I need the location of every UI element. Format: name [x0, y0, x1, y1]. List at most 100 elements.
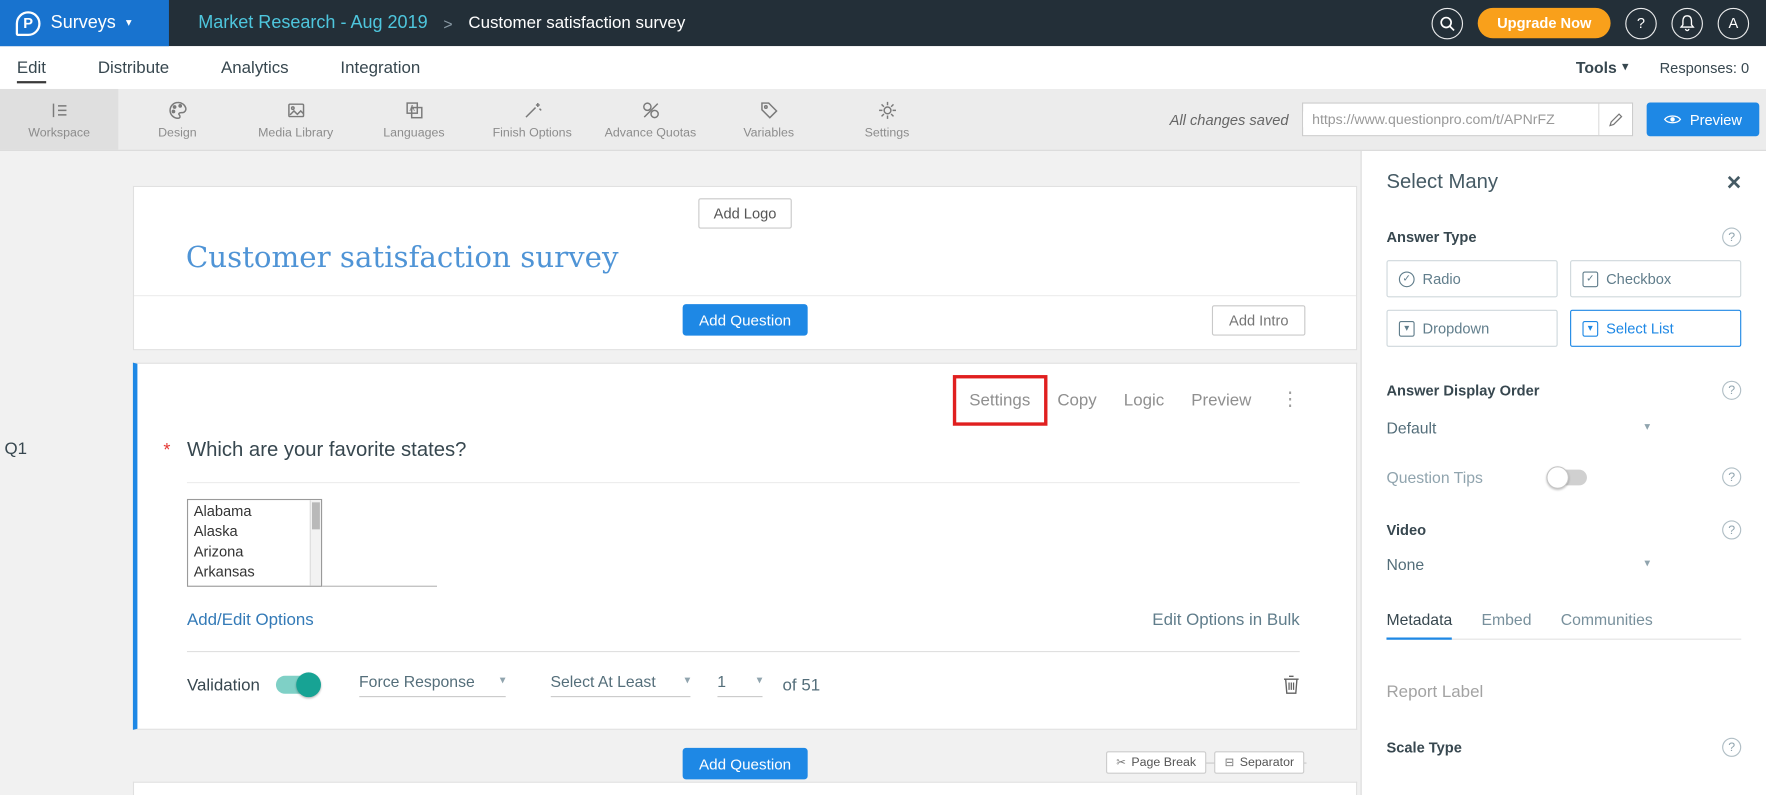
toolbar-item-label: Workspace [28, 126, 90, 140]
preview-label: Preview [1690, 111, 1742, 128]
viewport: P Surveys ▾ Market Research - Aug 2019 >… [0, 0, 1766, 795]
product-switcher[interactable]: P Surveys ▾ [0, 0, 169, 46]
tab-edit[interactable]: Edit [17, 58, 46, 77]
chevron-down-icon: ▾ [500, 676, 506, 687]
help-button[interactable]: ? [1625, 7, 1657, 39]
answer-type-section: Answer Type ? [1386, 228, 1741, 247]
upgrade-button[interactable]: Upgrade Now [1478, 8, 1611, 38]
toolbar-item-workspace[interactable]: Workspace [0, 89, 118, 150]
avatar[interactable]: A [1718, 7, 1750, 39]
toolbar-item-variables[interactable]: Variables [710, 89, 828, 150]
menu-item-preview[interactable]: Preview [1191, 390, 1251, 409]
nav-right: Tools▾ Responses: 0 [1576, 59, 1749, 77]
listbox-option[interactable]: Alabama [188, 500, 321, 521]
answer-type-radio[interactable]: ✓ Radio [1386, 260, 1557, 297]
required-asterisk: * [163, 442, 170, 462]
question-kebab-menu[interactable]: ⋮ [1281, 389, 1300, 412]
tab-embed[interactable]: Embed [1482, 610, 1532, 638]
display-order-label: Answer Display Order [1386, 382, 1539, 399]
validation-toggle[interactable] [276, 676, 319, 694]
add-logo-row: Add Logo [134, 187, 1356, 229]
breadcrumb-separator: > [443, 14, 452, 32]
display-order-help-icon[interactable]: ? [1722, 381, 1741, 400]
answer-type-checkbox[interactable]: ✓ Checkbox [1570, 260, 1741, 297]
menu-item-logic[interactable]: Logic [1124, 390, 1164, 409]
add-logo-button[interactable]: Add Logo [698, 198, 792, 228]
answer-type-dropdown[interactable]: ▾ Dropdown [1386, 310, 1557, 347]
force-response-select[interactable]: Force Response ▾ [359, 672, 505, 697]
report-label-field[interactable]: Report Label [1386, 683, 1741, 702]
notifications-button[interactable] [1671, 7, 1703, 39]
panel-close-button[interactable]: × [1727, 172, 1741, 192]
question-text[interactable]: Which are your favorite states? [187, 438, 466, 461]
question-tips-toggle[interactable] [1548, 469, 1586, 485]
question-tips-row: Question Tips ? [1386, 467, 1741, 486]
tab-distribute[interactable]: Distribute [98, 58, 169, 77]
survey-title[interactable]: Customer satisfaction survey [134, 241, 1356, 275]
video-help-icon[interactable]: ? [1722, 520, 1741, 539]
delete-question-button[interactable] [1283, 675, 1300, 695]
toolbar-item-media-library[interactable]: Media Library [237, 89, 355, 150]
option-links-row: Add/Edit Options Edit Options in Bulk [187, 610, 1300, 629]
answer-type-checkbox-label: Checkbox [1606, 270, 1671, 287]
video-value: None [1386, 555, 1424, 573]
listbox-scrollbar-thumb[interactable] [312, 502, 320, 529]
search-icon [1440, 15, 1456, 31]
toggle-knob [1546, 466, 1569, 489]
toolbar-item-languages[interactable]: A Languages [355, 89, 473, 150]
add-intro-button[interactable]: Add Intro [1212, 305, 1305, 335]
tab-analytics[interactable]: Analytics [221, 58, 289, 77]
listbox-option[interactable]: Arkansas [188, 562, 321, 582]
toolbar-item-finish-options[interactable]: Finish Options [473, 89, 591, 150]
toolbar-item-label: Advance Quotas [605, 126, 697, 140]
tab-metadata[interactable]: Metadata [1386, 610, 1452, 639]
states-listbox[interactable]: Alabama Alaska Arizona Arkansas [187, 499, 322, 587]
answer-type-help-icon[interactable]: ? [1722, 228, 1741, 247]
edit-url-button[interactable] [1598, 104, 1632, 136]
answer-type-select-list[interactable]: ▾ Select List [1570, 310, 1741, 347]
toolbar-item-settings[interactable]: Settings [828, 89, 946, 150]
select-at-least-select[interactable]: Select At Least ▾ [551, 672, 691, 697]
options-row: Alabama Alaska Arizona Arkansas [187, 499, 1300, 587]
edit-options-bulk-link[interactable]: Edit Options in Bulk [1152, 610, 1299, 629]
add-edit-options-link[interactable]: Add/Edit Options [187, 610, 314, 629]
toolbar-item-advance-quotas[interactable]: Advance Quotas [591, 89, 709, 150]
chevron-down-icon: ▾ [757, 676, 763, 687]
survey-url-input[interactable] [1303, 112, 1598, 128]
listbox-option[interactable]: Arizona [188, 542, 321, 562]
design-icon [167, 100, 187, 120]
answer-type-select-list-label: Select List [1606, 320, 1674, 337]
listbox-option[interactable]: Alaska [188, 521, 321, 541]
preview-button[interactable]: Preview [1647, 102, 1760, 136]
min-count-select[interactable]: 1 ▾ [717, 672, 762, 697]
breadcrumb-parent[interactable]: Market Research - Aug 2019 [198, 13, 427, 33]
kebab-icon: ⋮ [1281, 389, 1300, 410]
page-break-button[interactable]: ✂ Page Break [1106, 751, 1206, 774]
separator-label: Separator [1240, 756, 1294, 770]
menu-item-settings[interactable]: Settings [969, 390, 1030, 409]
next-question-card [133, 782, 1357, 795]
video-select[interactable]: None ▾ [1386, 555, 1650, 573]
tools-menu[interactable]: Tools▾ [1576, 59, 1628, 77]
svg-text:A: A [409, 103, 415, 112]
question-menu: Settings Copy Logic Preview ⋮ [187, 364, 1300, 411]
scale-type-help-icon[interactable]: ? [1722, 738, 1741, 757]
listbox-scrollbar[interactable] [310, 500, 321, 586]
separator-button[interactable]: ⊟ Separator [1214, 751, 1304, 774]
tab-integration[interactable]: Integration [340, 58, 420, 77]
variables-icon [759, 100, 779, 120]
toolbar-item-design[interactable]: Design [118, 89, 236, 150]
display-order-select[interactable]: Default ▾ [1386, 419, 1650, 437]
questionpro-logo: P [16, 11, 41, 36]
toolbar-right: All changes saved Preview [1170, 89, 1766, 150]
add-question-button-bottom[interactable]: Add Question [682, 748, 808, 780]
tab-communities[interactable]: Communities [1561, 610, 1653, 638]
pencil-icon [1608, 112, 1623, 127]
add-question-button-top[interactable]: Add Question [682, 304, 808, 336]
question-tips-help-icon[interactable]: ? [1722, 467, 1741, 486]
menu-item-copy[interactable]: Copy [1057, 390, 1096, 409]
answer-type-radio-label: Radio [1423, 270, 1461, 287]
search-button[interactable] [1432, 7, 1464, 39]
bell-icon [1679, 15, 1695, 32]
video-section: Video ? [1386, 520, 1741, 539]
